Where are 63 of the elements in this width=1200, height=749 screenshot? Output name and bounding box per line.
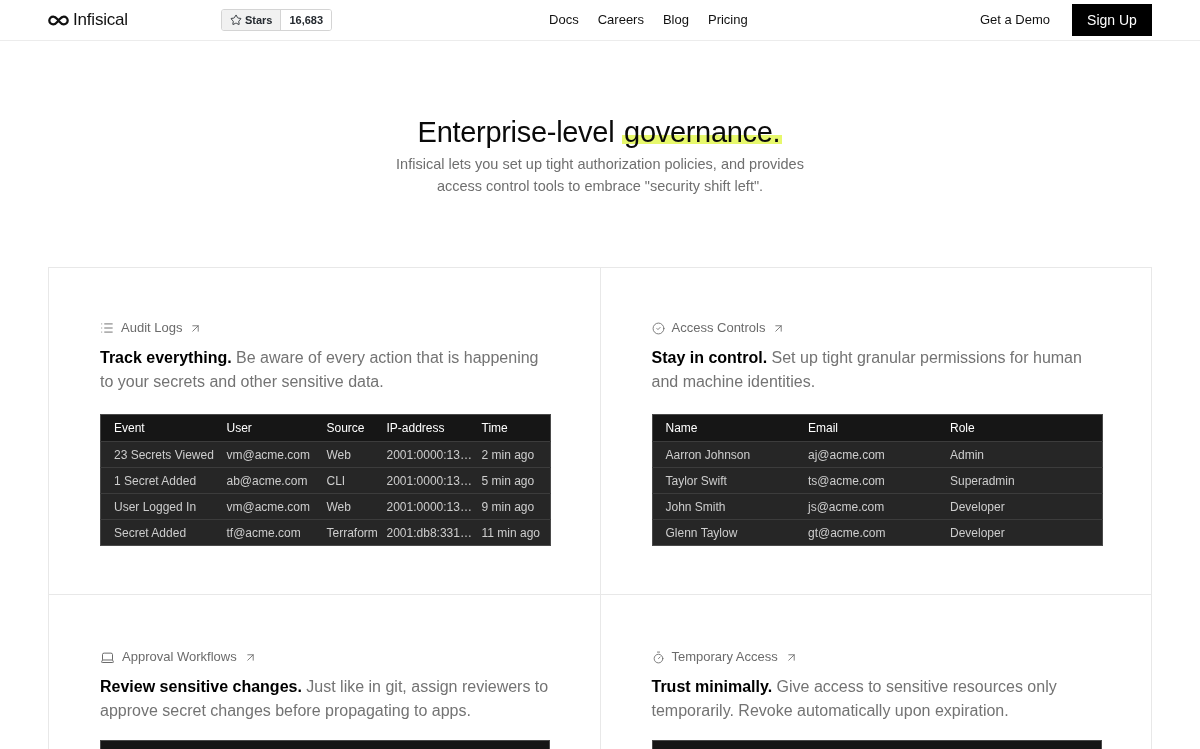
column-header: User (226, 414, 327, 442)
feature-description: Review sensitive changes. Just like in git, assign reviewers to approve secret changes before propagating to apps. (100, 677, 550, 721)
table-cell: Glenn Taylow (652, 519, 808, 546)
table-cell: Developer (950, 493, 1102, 520)
table-cell: Admin (950, 441, 1102, 468)
check-circle-icon (651, 321, 665, 335)
table-cell: vm@acme.com (226, 493, 327, 520)
table-cell: 2 min ago (481, 441, 551, 468)
feature-link[interactable]: Audit Logs (100, 320, 203, 336)
feature-description: Stay in control. Set up tight granular permissions for human and machine identities. (651, 348, 1083, 392)
laptop-icon (100, 649, 115, 665)
table-cell: 2001:db8:331… (386, 519, 482, 546)
table-cell: 23 Secrets Viewed (100, 441, 227, 468)
table-cell: Terraform (326, 519, 387, 546)
table-cell: Superadmin (950, 467, 1102, 494)
table-cell: CLI (326, 467, 387, 494)
feature-description: Track everything. Be aware of every action that is happening to your secrets and other sensitive data. (100, 348, 540, 392)
table-cell: Web (326, 441, 387, 468)
nav-link[interactable]: Docs (549, 10, 579, 30)
table-cell: Secret Added (100, 519, 227, 546)
stars-button[interactable]: Stars (221, 10, 282, 30)
timer-icon (651, 650, 665, 664)
star-icon (229, 14, 242, 26)
column-header: Email (808, 414, 950, 442)
table-cell: 2001:0000:13… (386, 493, 482, 520)
list-icon (100, 321, 114, 335)
feature-link[interactable]: Approval Workflows (100, 649, 257, 665)
table-cell: Taylor Swift (652, 467, 808, 494)
table-cell: User Logged In (100, 493, 227, 520)
logo-link[interactable]: Infisical (48, 7, 128, 33)
table-cell: John Smith (652, 493, 808, 520)
column-header: Source (326, 414, 387, 442)
table-cell: tf@acme.com (226, 519, 327, 546)
table-cell: 2001:0000:13… (386, 441, 482, 468)
table-cell: vm@acme.com (226, 441, 327, 468)
table-cell: Developer (950, 519, 1102, 546)
table-cell: 9 min ago (481, 493, 551, 520)
table-cell: ab@acme.com (226, 467, 327, 494)
infinity-logo-icon (48, 14, 69, 26)
table-cell: ts@acme.com (808, 467, 950, 494)
table-cell: 2001:0000:13… (386, 467, 482, 494)
column-header: IP-address (386, 414, 482, 442)
column-header: Event (100, 414, 227, 442)
column-header: Role (950, 414, 1102, 442)
table-cell: 5 min ago (481, 467, 551, 494)
column-header: Time (481, 414, 551, 442)
column-header: Name (652, 414, 808, 442)
feature-link[interactable]: Temporary Access (651, 649, 798, 665)
nav-link[interactable]: Careers (597, 10, 644, 30)
table-cell: 11 min ago (481, 519, 551, 546)
feature-description: Trust minimally. Give access to sensitive resources only temporarily. Revoke automatically upon expiration. (651, 677, 1058, 721)
feature-link[interactable]: Access Controls (651, 320, 786, 336)
table-cell: aj@acme.com (808, 441, 950, 468)
table-cell: 1 Secret Added (100, 467, 227, 494)
table-cell: Web (326, 493, 387, 520)
table-cell: gt@acme.com (808, 519, 950, 546)
sign-up-button[interactable]: Sign Up (1072, 4, 1152, 36)
nav-link[interactable]: Pricing (708, 10, 748, 30)
table-cell: Aarron Johnson (652, 441, 808, 468)
hero-subtitle: Infisical lets you set up tight authorization policies, and provides access control tools to embrace "security shift left". (395, 155, 805, 196)
get-demo-link[interactable]: Get a Demo (979, 10, 1050, 30)
nav-link[interactable]: Blog (662, 10, 689, 30)
table-cell: js@acme.com (808, 493, 950, 520)
